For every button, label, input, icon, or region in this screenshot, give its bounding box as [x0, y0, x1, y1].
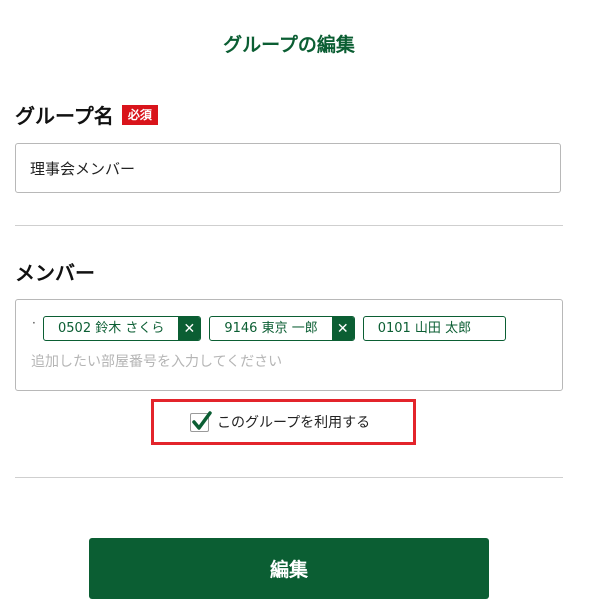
member-chip-label: 9146 東京 一郎 [224, 321, 318, 336]
members-field[interactable]: · 0502 鈴木 さくら ✕ 9146 東京 一郎 ✕ 0101 山田 太郎 [15, 299, 563, 391]
member-chip-label: 0101 山田 太郎 [377, 321, 472, 336]
group-name-input[interactable] [15, 143, 561, 193]
member-search-input[interactable] [31, 354, 511, 370]
use-group-label: このグループを利用する [217, 415, 371, 431]
member-chip-label: 0502 鈴木 さくら [58, 321, 165, 336]
members-heading: メンバー [15, 257, 95, 286]
use-group-checkbox-row[interactable]: このグループを利用する [151, 399, 416, 445]
required-badge: 必須 [121, 104, 158, 125]
member-chip: 9146 東京 一郎 ✕ [209, 316, 355, 341]
members-label: メンバー [15, 261, 95, 285]
member-chip: 0101 山田 太郎 [362, 316, 507, 341]
checkmark-icon [192, 410, 212, 430]
close-icon[interactable]: ✕ [331, 317, 354, 340]
leading-mark: · [32, 316, 36, 330]
member-chip: 0502 鈴木 さくら ✕ [43, 316, 202, 341]
page-title: グループの編集 [223, 34, 355, 56]
section-divider [15, 477, 563, 478]
section-divider [15, 225, 563, 226]
group-name-label: グループ名 [15, 104, 114, 128]
edit-submit-button[interactable]: 編集 [89, 538, 489, 599]
use-group-checkbox[interactable] [190, 410, 212, 432]
close-icon[interactable]: ✕ [178, 317, 201, 340]
member-chips: 0502 鈴木 さくら ✕ 9146 東京 一郎 ✕ 0101 山田 太郎 [43, 316, 507, 341]
group-name-heading: グループ名 必須 [15, 100, 158, 129]
